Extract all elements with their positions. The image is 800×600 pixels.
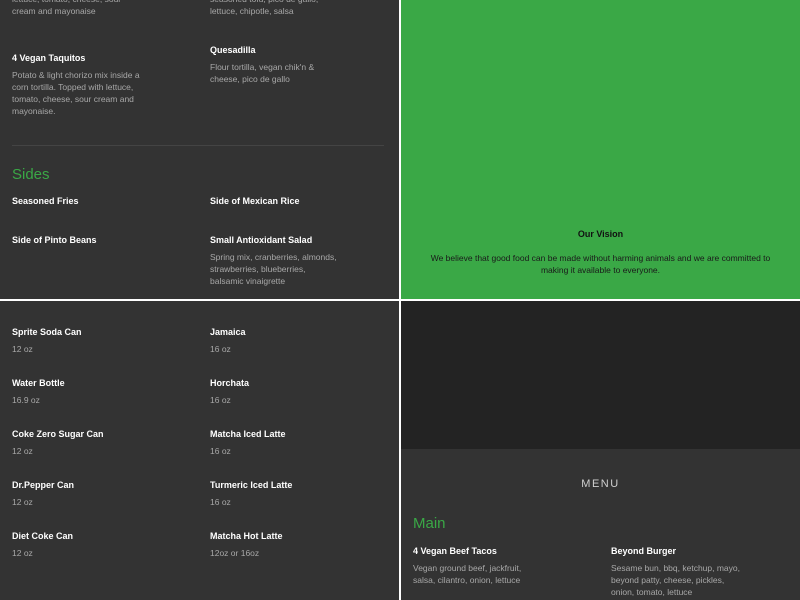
section-divider: [12, 145, 384, 146]
menu-item-name: Small Antioxidant Salad: [210, 235, 313, 245]
menu-item-desc: Flour tortilla, vegan chik'n & cheese, p…: [210, 62, 315, 84]
menu-item-vegan-taquitos: 4 Vegan Taquitos Potato & light chorizo …: [12, 52, 142, 117]
drink-name: Coke Zero Sugar Can: [12, 429, 104, 439]
menu-item-name: Seasoned Fries: [12, 196, 79, 206]
drink-item: Dr.Pepper Can 12 oz: [12, 479, 142, 508]
menu-item-name: 4 Vegan Taquitos: [12, 53, 86, 63]
vision-panel: Our Vision We believe that good food can…: [401, 0, 800, 299]
drink-size: 12 oz: [12, 497, 33, 507]
menu-heading: MENU: [581, 478, 620, 490]
section-title-sides: Sides: [12, 166, 50, 183]
drink-item: Sprite Soda Can 12 oz: [12, 326, 142, 355]
drink-size: 16 oz: [210, 344, 231, 354]
drink-item: Jamaica 16 oz: [210, 326, 340, 355]
menu-item-name: 4 Vegan Beef Tacos: [413, 546, 497, 556]
menu-item-pinto-beans: Side of Pinto Beans: [12, 234, 142, 246]
drink-name: Jamaica: [210, 327, 246, 337]
menu-item-seasoned-fries: Seasoned Fries: [12, 195, 142, 207]
menu-item-name: Beyond Burger: [611, 546, 677, 556]
menu-panel: MENU Main 4 Vegan Beef Tacos Vegan groun…: [401, 301, 800, 600]
menu-item-desc: seasoned tofu, pico de gallo, lettuce, c…: [210, 0, 318, 16]
drink-size: 12oz or 16oz: [210, 548, 260, 558]
vision-title: Our Vision: [577, 229, 624, 239]
drink-name: Sprite Soda Can: [12, 327, 82, 337]
drinks-panel: Sprite Soda Can 12 oz Jamaica 16 oz Wate…: [0, 301, 399, 600]
menu-item-desc: Potato & light chorizo mix inside a corn…: [12, 70, 140, 116]
vision-text: We believe that good food can be made wi…: [430, 253, 771, 275]
drink-item: Turmeric Iced Latte 16 oz: [210, 479, 340, 508]
menu-item-name: Side of Mexican Rice: [210, 196, 300, 206]
drink-size: 16 oz: [210, 395, 231, 405]
drink-item: Water Bottle 16.9 oz: [12, 377, 142, 406]
drink-item: Horchata 16 oz: [210, 377, 340, 406]
drink-size: 16 oz: [210, 446, 231, 456]
menu-item-quesadilla: Quesadilla Flour tortilla, vegan chik'n …: [210, 44, 340, 85]
menu-item-name: Side of Pinto Beans: [12, 235, 97, 245]
drink-size: 12 oz: [12, 344, 33, 354]
drink-name: Water Bottle: [12, 378, 65, 388]
drink-name: Matcha Hot Latte: [210, 531, 283, 541]
drink-item: Diet Coke Can 12 oz: [12, 530, 142, 559]
menu-item-name: Quesadilla: [210, 45, 256, 55]
menu-item-beyond-burger: Beyond Burger Sesame bun, bbq, ketchup, …: [611, 545, 741, 598]
hero-banner: [401, 301, 800, 449]
drink-name: Diet Coke Can: [12, 531, 74, 541]
menu-item-desc: Sesame bun, bbq, ketchup, mayo, beyond p…: [611, 563, 740, 597]
menu-item-mexican-rice: Side of Mexican Rice: [210, 195, 340, 207]
menu-item-partial-right: seasoned tofu, pico de gallo, lettuce, c…: [210, 0, 340, 17]
drink-size: 12 oz: [12, 446, 33, 456]
drink-item: Matcha Iced Latte 16 oz: [210, 428, 340, 457]
drink-item: Coke Zero Sugar Can 12 oz: [12, 428, 142, 457]
menu-item-desc: lettuce, tomato, cheese, sour cream and …: [12, 0, 121, 16]
menu-item-desc: Spring mix, cranberries, almonds, strawb…: [210, 252, 337, 286]
drink-name: Turmeric Iced Latte: [210, 480, 293, 490]
menu-panel-top-left: lettuce, tomato, cheese, sour cream and …: [0, 0, 399, 299]
drink-item: Matcha Hot Latte 12oz or 16oz: [210, 530, 340, 559]
drink-size: 16.9 oz: [12, 395, 40, 405]
menu-item-antioxidant-salad: Small Antioxidant Salad Spring mix, cran…: [210, 234, 340, 287]
section-title-main: Main: [413, 515, 446, 532]
menu-item-vegan-beef-tacos: 4 Vegan Beef Tacos Vegan ground beef, ja…: [413, 545, 543, 586]
drink-name: Dr.Pepper Can: [12, 480, 75, 490]
drink-size: 16 oz: [210, 497, 231, 507]
drink-name: Horchata: [210, 378, 250, 388]
drink-name: Matcha Iced Latte: [210, 429, 286, 439]
drink-size: 12 oz: [12, 548, 33, 558]
menu-item-desc: Vegan ground beef, jackfruit, salsa, cil…: [413, 563, 522, 585]
menu-item-partial: lettuce, tomato, cheese, sour cream and …: [12, 0, 142, 17]
